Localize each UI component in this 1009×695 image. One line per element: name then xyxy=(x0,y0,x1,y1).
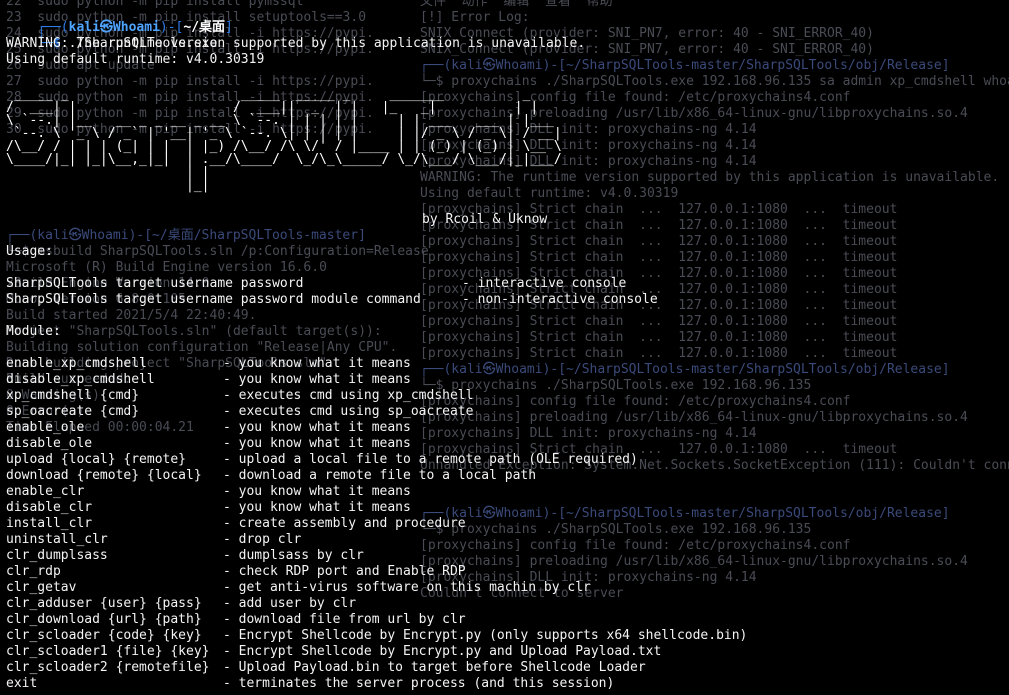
ghost-line-right: [!] Error Log: xyxy=(420,10,530,25)
module-command: download {remote} {local} xyxy=(6,468,202,483)
module-command: uninstall_clr xyxy=(6,532,108,547)
runtime-line: Using default runtime: v4.0.30319 xyxy=(6,52,265,67)
ghost-line-left: └─$ msbuild SharpSQLTools.sln /p:Configu… xyxy=(6,244,429,259)
module-command: clr_scloader1 {file} {key} xyxy=(6,644,210,659)
module-command: install_clr xyxy=(6,516,93,531)
ghost-line-right: ┌──(kali㉿Whoami)-[~/SharpSQLTools-master… xyxy=(420,506,950,521)
module-heading: Module: xyxy=(6,324,61,339)
ghost-line-right: 文件 动作 编辑 查看 帮助 xyxy=(420,0,613,9)
usage-command: SharpSQLTools target username password xyxy=(6,276,304,291)
module-description: - you know what it means xyxy=(223,500,411,515)
usage-command: SharpSQLTools target username password m… xyxy=(6,292,421,307)
module-command: enable_xp_cmdshell xyxy=(6,356,147,371)
byline: by Rcoil & Uknow xyxy=(422,212,548,227)
ghost-line-right: [proxychains] Strict chain ... 127.0.0.1… xyxy=(420,330,898,345)
module-description: - create assembly and procedure xyxy=(223,516,466,531)
module-command: enable_ole xyxy=(6,420,85,435)
module-description: - get anti-virus software on this machin… xyxy=(223,580,591,595)
module-command: clr_dumplsass xyxy=(6,548,108,563)
module-command: disable_xp_cmdshell xyxy=(6,372,155,387)
ascii-banner: _____ _ _____ _____ _ _______ _ / ___| |… xyxy=(6,87,562,193)
module-command: upload {local} {remote} xyxy=(6,452,187,467)
ghost-line-left: Building solution configuration "Release… xyxy=(6,340,398,355)
ghost-line-left: Build started 2021/5/4 22:40:49. xyxy=(6,308,257,323)
ghost-line-right: ┌──(kali㉿Whoami)-[~/SharpSQLTools-master… xyxy=(420,58,950,73)
module-command: clr_getav xyxy=(6,580,77,595)
module-description: - executes cmd using sp_oacreate xyxy=(223,404,474,419)
module-description: - download a remote file to a local path xyxy=(223,468,537,483)
usage-description: - interactive console xyxy=(462,276,627,291)
module-description: - check RDP port and Enable RDP xyxy=(223,564,466,579)
ghost-line-right: [proxychains] Strict chain ... 127.0.0.1… xyxy=(420,234,898,249)
ghost-line-right: └─$ proxychains ./SharpSQLTools.exe 192.… xyxy=(420,522,812,537)
prompt-bracket-close: ] xyxy=(225,20,233,35)
module-description: - add user by clr xyxy=(223,596,357,611)
module-description: - you know what it means xyxy=(223,484,411,499)
module-command: clr_rdp xyxy=(6,564,61,579)
module-command: clr_scloader {code} {key} xyxy=(6,628,202,643)
module-description: - dumplsass by clr xyxy=(223,548,364,563)
module-command: clr_scloader2 {remotefile} xyxy=(6,660,210,675)
module-command: disable_clr xyxy=(6,500,93,515)
ghost-line-right: [proxychains] preloading /usr/lib/x86_64… xyxy=(420,410,968,425)
ghost-line-right: ┌──(kali㉿Whoami)-[~/SharpSQLTools-master… xyxy=(420,362,950,377)
module-description: - download file from url by clr xyxy=(223,612,466,627)
module-command: xp_cmdshell {cmd} xyxy=(6,388,140,403)
ghost-line-left: Microsoft (R) Build Engine version 16.6.… xyxy=(6,260,327,275)
module-description: - executes cmd using xp_cmdshell xyxy=(223,388,474,403)
module-description: - Encrypt Shellcode by Encrypt.py and Up… xyxy=(223,644,662,659)
module-command: clr_download {url} {path} xyxy=(6,612,202,627)
ghost-line-left: ┌──(kali㉿Whoami)-[~/桌面/SharpSQLTools-mas… xyxy=(6,228,366,243)
usage-heading: Usage: xyxy=(6,244,53,259)
ghost-line-right: [proxychains] Strict chain ... 127.0.0.1… xyxy=(420,314,898,329)
ghost-line-right: [proxychains] config file found: /etc/pr… xyxy=(420,538,851,553)
module-command: disable_ole xyxy=(6,436,93,451)
ghost-line-right: [proxychains] config file found: /etc/pr… xyxy=(420,394,851,409)
module-description: - Encrypt Shellcode by Encrypt.py (only … xyxy=(223,628,748,643)
usage-description: - non-interactive console xyxy=(462,292,658,307)
module-description: - you know what it means xyxy=(223,356,411,371)
module-description: - you know what it means xyxy=(223,372,411,387)
module-description: - you know what it means xyxy=(223,436,411,451)
ghost-line-right: └─$ proxychains ./SharpSQLTools.exe 192.… xyxy=(420,378,812,393)
module-description: - upload a local file to a remote path (… xyxy=(223,452,638,467)
module-command: exit xyxy=(6,676,38,691)
ghost-line-right: [proxychains] DLL init: proxychains-ng 4… xyxy=(420,426,757,441)
module-description: - drop clr xyxy=(223,532,302,547)
module-command: enable_clr xyxy=(6,484,85,499)
ghost-line-right: [proxychains] preloading /usr/lib/x86_64… xyxy=(420,554,968,569)
module-command: sp_oacreate {cmd} xyxy=(6,404,140,419)
module-command: clr_adduser {user} {pass} xyxy=(6,596,202,611)
ghost-line-right: [proxychains] Strict chain ... 127.0.0.1… xyxy=(420,346,898,361)
module-description: - terminates the server process (and thi… xyxy=(223,676,615,691)
module-description: - Upload Payload.bin to target before Sh… xyxy=(223,660,646,675)
ghost-line-left: Project "SharpSQLTools.sln" (default tar… xyxy=(6,324,382,339)
module-description: - you know what it means xyxy=(223,420,411,435)
ghost-line-right: [proxychains] Strict chain ... 127.0.0.1… xyxy=(420,250,898,265)
warning-line: WARNING: The runtime version supported b… xyxy=(6,36,586,51)
